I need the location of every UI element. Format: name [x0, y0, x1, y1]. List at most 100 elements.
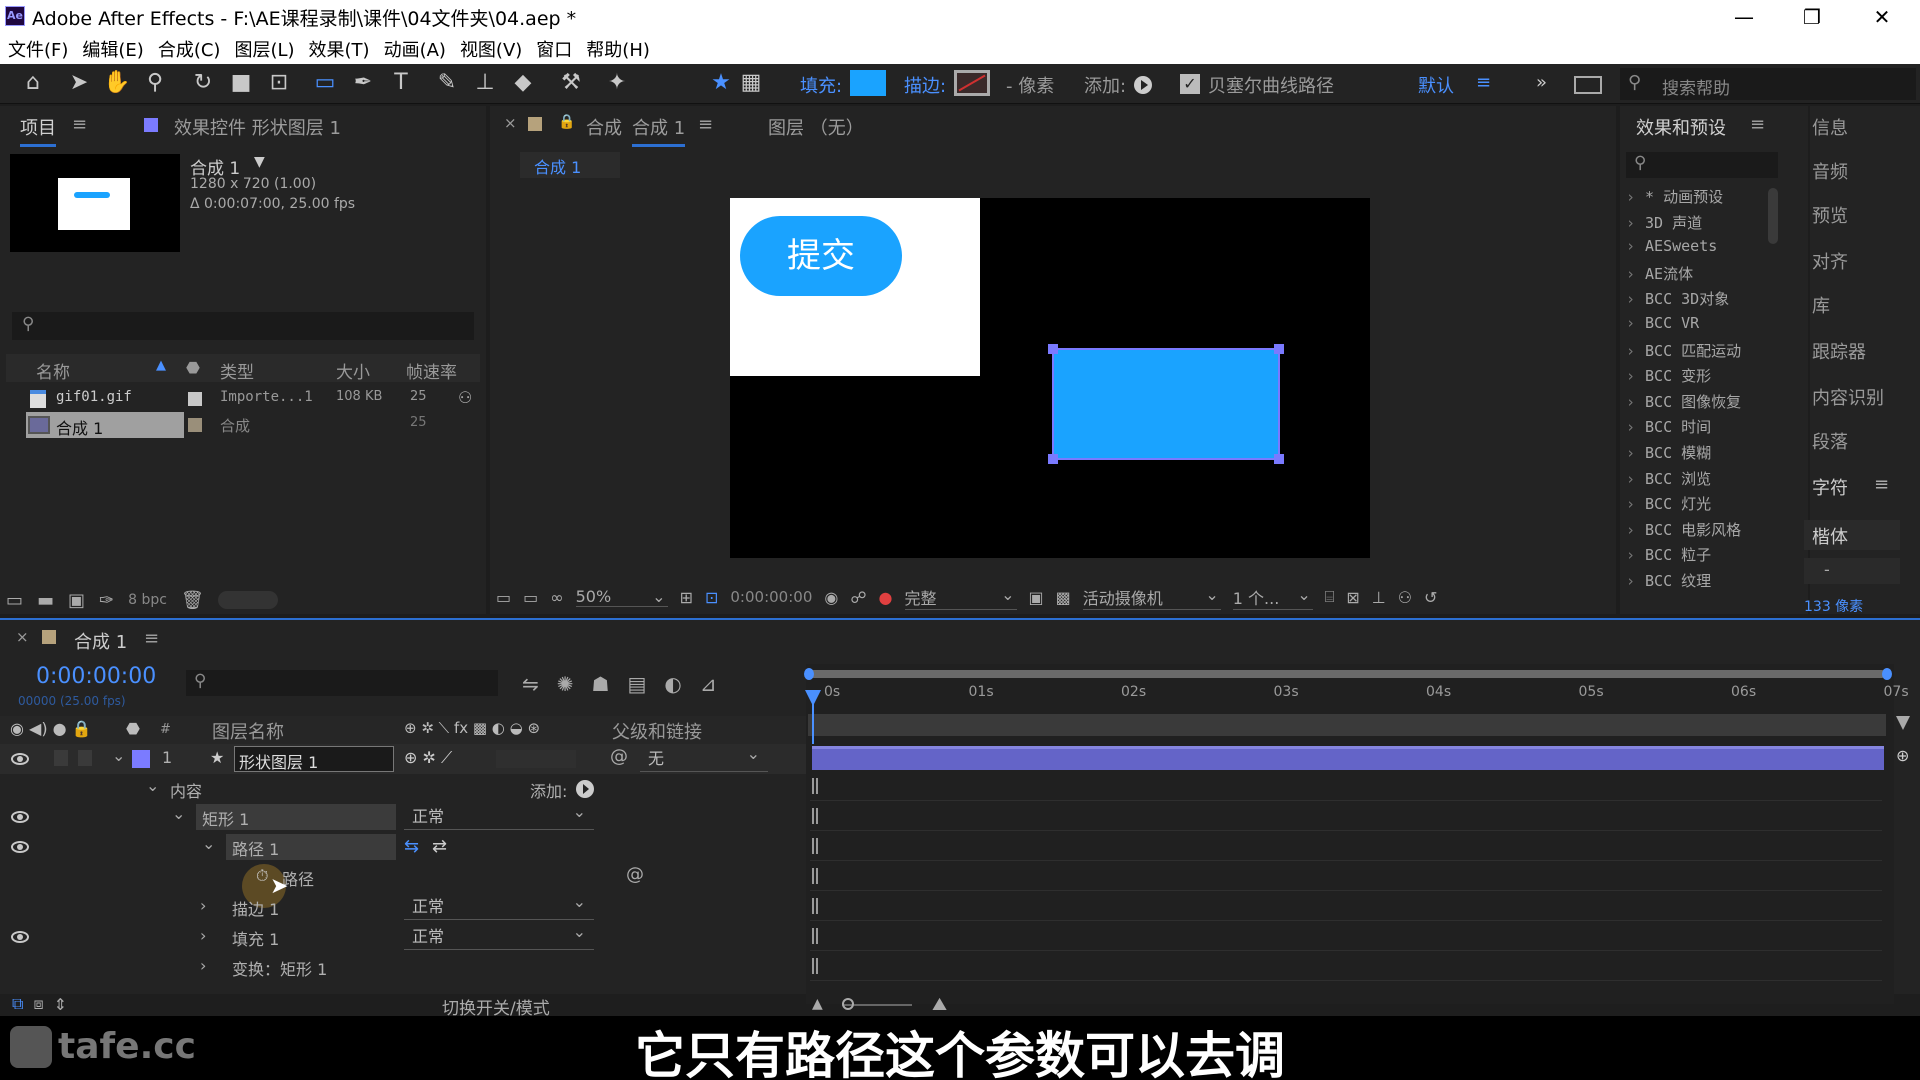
label-tag-icon[interactable]: ⬣ [126, 719, 140, 738]
effect-category[interactable]: BCC 模糊 [1626, 442, 1711, 463]
keyframe-marker[interactable] [812, 898, 818, 914]
eraser-tool-icon[interactable]: ◆ [508, 68, 538, 98]
mask-mode-icon[interactable]: ▦ [736, 68, 766, 98]
3d-glasses-icon[interactable]: ∞ [550, 588, 563, 607]
pen-tool-icon[interactable]: ✒ [348, 68, 378, 98]
path-reverse-icon[interactable]: ⇄ [432, 836, 447, 857]
menu-effect[interactable]: 效果(T) [309, 36, 370, 62]
right-tab[interactable]: 对齐 [1812, 248, 1900, 274]
brush-tool-icon[interactable]: ✎ [432, 68, 462, 98]
expand-stretch-icon[interactable]: ⇕ [54, 995, 67, 1014]
current-time-display[interactable]: 0:00:00:00 [730, 588, 812, 606]
expand-chevron-icon[interactable]: ⌄ [112, 746, 125, 765]
right-tab[interactable]: 段落 [1812, 428, 1900, 454]
keyframe-marker[interactable] [812, 958, 818, 974]
anchor-handle[interactable] [1048, 344, 1058, 354]
close-timeline-icon[interactable]: × [16, 628, 29, 646]
path-direction-icon[interactable]: ⇆ [404, 836, 419, 857]
views-dropdown[interactable]: 1 个... ⌄ [1232, 585, 1313, 610]
anchor-handle[interactable] [1274, 454, 1284, 464]
visibility-eye-icon[interactable] [11, 811, 29, 823]
font-style-select[interactable]: - [1804, 558, 1900, 584]
effect-category[interactable]: BCC 3D对象 [1626, 288, 1729, 309]
transform-group-row[interactable]: › 变换：矩形 1 [0, 952, 806, 982]
label-color[interactable] [188, 392, 202, 406]
timeline-pin-icon[interactable]: ⊕ [1896, 746, 1909, 765]
menu-composition[interactable]: 合成(C) [158, 36, 221, 62]
star-icon[interactable]: ★ [706, 68, 736, 98]
solo-toggle[interactable] [54, 750, 68, 766]
tab-effect-controls[interactable]: 效果控件 形状图层 1 [174, 114, 341, 140]
frame-blending-icon[interactable]: ▤ [627, 672, 646, 696]
anchor-handle[interactable] [1048, 454, 1058, 464]
col-layer-name[interactable]: 图层名称 [212, 718, 284, 744]
label-color[interactable] [188, 418, 202, 432]
font-size-field[interactable]: 133 像素 [1804, 596, 1863, 616]
hand-tool-icon[interactable]: ✋ [102, 68, 132, 98]
search-help-field[interactable]: ⚲ 搜索帮助 [1620, 68, 1916, 100]
pan-behind-tool-icon[interactable]: ⊡ [264, 68, 294, 98]
adjust-icon[interactable]: ✑ [99, 590, 114, 611]
rectangle-blend-mode[interactable]: 正常 [404, 799, 594, 830]
comp-breadcrumb[interactable]: 合成 1 [520, 152, 620, 178]
channel-icon[interactable]: ● [879, 588, 893, 607]
comp-name-dropdown-icon[interactable]: ▼ [254, 154, 265, 170]
preview-options-icon[interactable]: ▭ [496, 588, 511, 607]
home-icon[interactable]: ⌂ [18, 68, 48, 98]
clone-stamp-tool-icon[interactable]: ⊥ [470, 68, 500, 98]
layer-label-color[interactable] [132, 750, 150, 768]
right-tab[interactable]: 跟踪器 [1812, 338, 1900, 364]
draft-3d-icon[interactable]: ✺ [557, 672, 574, 696]
resolution-dropdown[interactable]: 完整 ⌄ [904, 585, 1017, 610]
menu-edit[interactable]: 编辑(E) [82, 36, 143, 62]
effect-category[interactable]: BCC 灯光 [1626, 493, 1711, 514]
puppet-tool-icon[interactable]: ✦ [602, 68, 632, 98]
show-snapshot-icon[interactable]: ☍ [850, 588, 866, 607]
add-content-button[interactable] [576, 780, 594, 798]
right-tab[interactable]: 信息 [1812, 114, 1900, 140]
snapshot-icon[interactable]: ◉ [824, 588, 838, 607]
effect-category[interactable]: BCC 电影风格 [1626, 519, 1741, 540]
transparency-grid-icon[interactable]: ⊡ [705, 588, 718, 607]
expand-transfer-icon[interactable]: ⧈ [33, 994, 43, 1014]
visibility-eye-icon[interactable] [11, 753, 29, 765]
content-group-row[interactable]: ⌄ 内容 添加: [0, 774, 806, 804]
layer-name-field[interactable]: 形状图层 1 [234, 746, 394, 772]
keyframe-marker[interactable] [812, 838, 818, 854]
menu-view[interactable]: 视图(V) [460, 36, 522, 62]
path-group-row[interactable]: ⌄ 路径 1 ⇆ ⇄ [0, 832, 806, 862]
label-tag-icon[interactable]: ⬣ [186, 358, 200, 377]
anchor-handle[interactable] [1274, 344, 1284, 354]
effect-category[interactable]: BCC 时间 [1626, 416, 1711, 437]
project-menu-icon[interactable]: ≡ [72, 114, 87, 135]
type-tool-icon[interactable]: T [386, 68, 416, 98]
more-workspaces-icon[interactable]: » [1536, 72, 1547, 93]
effect-category[interactable]: BCC 图像恢复 [1626, 391, 1741, 412]
effects-presets-title[interactable]: 效果和预设 [1636, 114, 1726, 140]
font-family-select[interactable]: 楷体 [1804, 520, 1900, 550]
stroke-blend-mode[interactable]: 正常 [404, 889, 594, 920]
layer-duration-bar[interactable] [812, 746, 1884, 770]
zoom-dropdown[interactable]: 50% ⌄ [575, 587, 668, 607]
expand-chevron-icon[interactable]: ⌄ [202, 834, 215, 853]
stopwatch-icon[interactable]: ⏱ [256, 866, 268, 886]
effect-category[interactable]: * 动画预设 [1626, 186, 1723, 207]
keyframe-marker[interactable] [812, 778, 818, 794]
workspace-menu-icon[interactable]: ≡ [1476, 72, 1491, 93]
work-area-end-handle[interactable] [1882, 668, 1892, 680]
toggle-pixel-icon[interactable]: ⌸ [1325, 587, 1335, 607]
effect-category[interactable]: BCC 浏览 [1626, 468, 1711, 489]
comp-mini-flowchart-icon[interactable]: ⇋ [522, 672, 539, 696]
expand-layer-switches-icon[interactable]: ⧉ [12, 994, 23, 1014]
zoom-tool-icon[interactable]: ⚲ [140, 68, 170, 98]
comp-menu-icon[interactable]: ≡ [698, 114, 713, 135]
pick-whip-icon[interactable]: @ [610, 746, 628, 767]
rectangle-tool-icon[interactable]: ▭ [310, 68, 340, 98]
effects-search-input[interactable]: ⚲ [1626, 152, 1778, 178]
fill-group-row[interactable]: › 填充 1 正常 [0, 919, 806, 952]
zoom-out-icon[interactable]: ▲ [812, 996, 823, 1012]
close-button[interactable]: ✕ [1862, 2, 1902, 32]
effect-category[interactable]: BCC 变形 [1626, 365, 1711, 386]
bit-depth-button[interactable]: 8 bpc [128, 592, 167, 608]
effect-category[interactable]: BCC 纹理 [1626, 570, 1711, 591]
